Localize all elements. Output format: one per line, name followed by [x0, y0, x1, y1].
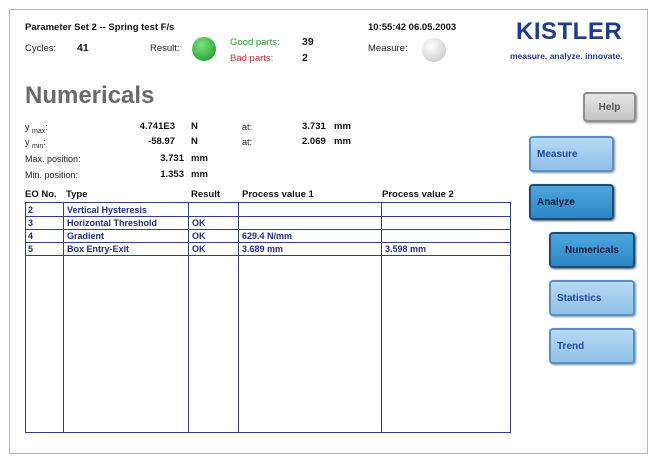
table-row-pv1: 629.4 N/mm [242, 231, 293, 241]
logo-tagline: measure. analyze. innovate. [510, 51, 623, 61]
table-row-type: Gradient [67, 231, 105, 241]
result-label: Result: [150, 43, 180, 54]
ymin-at-value: 2.069 [302, 136, 326, 147]
max-position-label: Max. position: [25, 154, 81, 164]
min-position-value: 1.353 [160, 169, 184, 180]
table-row-result: OK [192, 231, 206, 241]
table-row-eo: 5 [28, 244, 34, 254]
measure-button[interactable]: Measure [529, 136, 614, 172]
table-row-eo: 2 [28, 205, 34, 215]
table-row-eo: 4 [28, 231, 34, 241]
col-header-type: Type [66, 189, 88, 200]
trend-button[interactable]: Trend [549, 328, 635, 364]
ymin-value: -58.97 [148, 136, 175, 147]
table-row-pv2: 3.598 mm [385, 244, 427, 254]
ymax-label: y max: [25, 122, 48, 135]
column-divider [63, 203, 64, 432]
bad-parts-value: 2 [302, 52, 308, 64]
column-divider [381, 203, 382, 432]
numericals-table: 2 Vertical Hysteresis 3 Horizontal Thres… [25, 202, 511, 433]
good-parts-label: Good parts: [230, 37, 280, 48]
row-divider [26, 242, 510, 243]
cycles-label: Cycles: [25, 43, 57, 54]
col-header-pv2: Process value 2 [382, 189, 454, 200]
kistler-logo: KISTLER [516, 18, 623, 45]
ymax-at-label: at: [242, 122, 253, 132]
min-position-label: Min. position: [25, 170, 79, 180]
page-title: Numericals [25, 82, 155, 109]
measure-indicator-icon [422, 38, 446, 62]
col-header-result: Result [191, 189, 221, 200]
cycles-value: 41 [77, 42, 89, 54]
table-row-type: Vertical Hysteresis [67, 205, 148, 215]
table-row-type: Box Entry-Exit [67, 244, 130, 254]
ymax-at-unit: mm [334, 121, 351, 132]
table-row-eo: 3 [28, 218, 34, 228]
column-divider [238, 203, 239, 432]
ymax-value: 4.741E3 [139, 121, 175, 132]
result-indicator-icon [192, 37, 216, 61]
measure-label: Measure: [368, 43, 408, 54]
max-position-unit: mm [191, 153, 208, 164]
table-row-result: OK [192, 218, 206, 228]
ymin-label: y min: [25, 137, 46, 150]
ymax-at-value: 3.731 [302, 121, 326, 132]
col-header-pv1: Process value 1 [242, 189, 314, 200]
row-divider [26, 229, 510, 230]
table-row-result: OK [192, 244, 206, 254]
ymin-unit: N [191, 136, 198, 147]
row-divider [26, 255, 510, 256]
numericals-button[interactable]: Numericals [549, 232, 635, 268]
statistics-button[interactable]: Statistics [549, 280, 635, 316]
table-row-type: Horizontal Threshold [67, 218, 157, 228]
column-divider [188, 203, 189, 432]
datetime: 10:55:42 06.05.2003 [368, 22, 457, 33]
bad-parts-label: Bad parts: [230, 53, 274, 64]
col-header-eo: EO No. [25, 189, 57, 200]
parameter-set-title: Parameter Set 2 -- Spring test F/s [25, 22, 175, 33]
ymin-at-label: at: [242, 137, 253, 147]
ymax-unit: N [191, 121, 198, 132]
min-position-unit: mm [191, 169, 208, 180]
row-divider [26, 216, 510, 217]
good-parts-value: 39 [302, 36, 314, 48]
table-row-pv1: 3.689 mm [242, 244, 284, 254]
help-button[interactable]: Help [583, 92, 636, 122]
max-position-value: 3.731 [160, 153, 184, 164]
analyze-button[interactable]: Analyze [529, 184, 614, 220]
ymin-at-unit: mm [334, 136, 351, 147]
